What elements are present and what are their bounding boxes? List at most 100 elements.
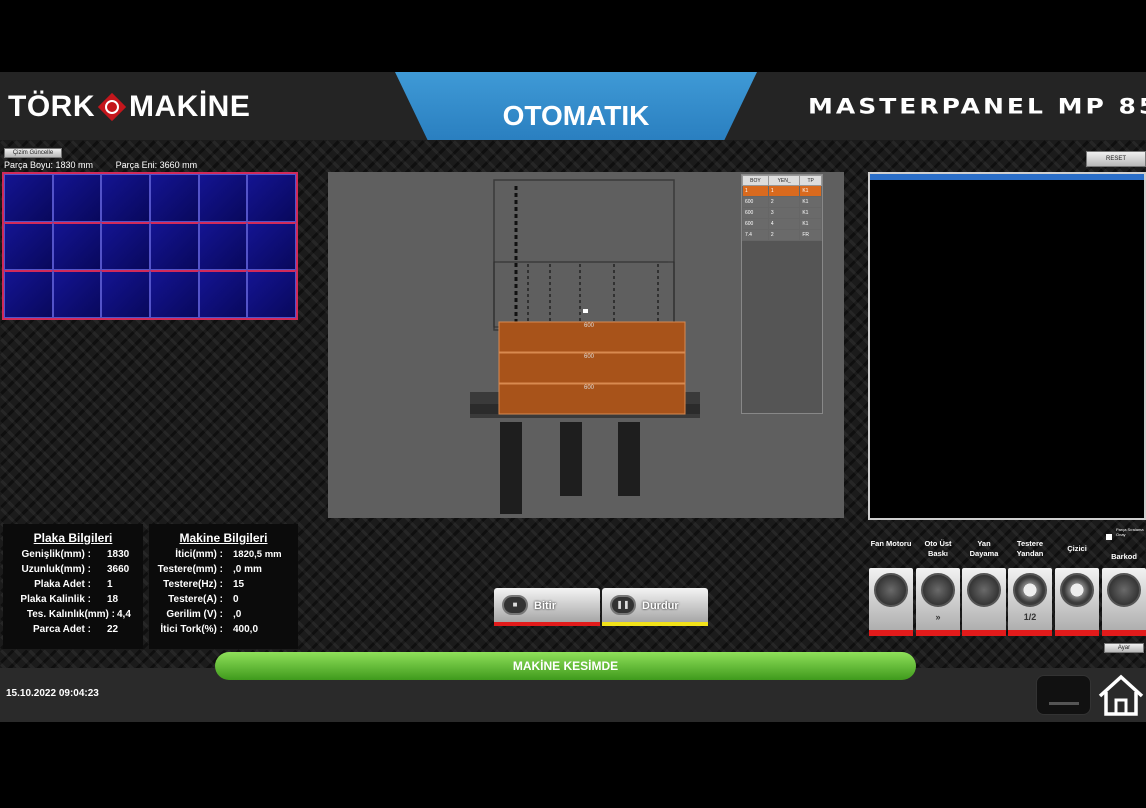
side-stop-button[interactable] [962, 568, 1006, 636]
home-button[interactable] [1096, 672, 1146, 718]
pause-button-label: Durdur [642, 600, 679, 612]
info-value: 22 [107, 624, 119, 635]
pause-icon: ❚❚ [610, 595, 636, 615]
grid-cell [4, 270, 53, 318]
mode-tab[interactable]: OTOMATIK [395, 72, 757, 140]
product-brand: MASTERPANEL MP 85 [808, 94, 1146, 119]
info-row: Testere(Hz) : 15 [149, 577, 298, 592]
reset-button[interactable]: RESET [1086, 151, 1146, 167]
machine-info-title: Makine Bilgileri [179, 531, 268, 545]
fn-label: Barkod [1111, 552, 1137, 561]
table-cell: 7.4 [742, 229, 769, 241]
finish-status-strip [494, 622, 600, 626]
table-row[interactable]: 7.4 2 FR [742, 229, 822, 241]
info-row: Gerilim (V) : ,0 [149, 607, 298, 622]
table-cell: 1 [742, 185, 769, 197]
settings-small-button[interactable]: Ayar [1104, 643, 1144, 653]
table-row[interactable]: 600 4 K1 [742, 218, 822, 230]
info-label: Testere(Hz) : [163, 579, 223, 590]
part-dimensions: Parça Boyu: 1830 mm Parça Eni: 3660 mm [4, 160, 217, 170]
table-cell: 600 [742, 196, 769, 208]
table-row[interactable]: 600 3 K1 [742, 207, 822, 219]
fn-status-strip [1055, 630, 1099, 636]
grid-cell [150, 222, 199, 270]
grid-cell [101, 222, 150, 270]
table-header-row: BOY YEN_ TP [742, 175, 822, 186]
grid-cell [101, 270, 150, 318]
info-value: ,0 [233, 609, 242, 620]
info-value: 0 [233, 594, 239, 605]
auto-top-press-button[interactable]: » [916, 568, 960, 636]
fan-motor-button[interactable] [869, 568, 913, 636]
info-row: Parca Adet : 22 [3, 622, 143, 637]
scorer-button[interactable] [1055, 568, 1099, 636]
scorer-icon [1060, 573, 1094, 607]
grid-cell [198, 270, 248, 318]
fn-label: Testere Yandan [1016, 539, 1044, 558]
table-cell: FR [799, 229, 822, 241]
fn-status-strip [1102, 630, 1146, 636]
table-row[interactable]: 600 2 K1 [742, 196, 822, 208]
side-stop-icon [967, 573, 1001, 607]
grid-cell [52, 174, 102, 222]
table-cell: K1 [799, 185, 822, 197]
barcode-button[interactable] [1102, 568, 1146, 636]
pause-status-strip [602, 622, 708, 626]
fn-label: Çizici [1067, 544, 1087, 553]
table-cell: 4 [767, 218, 801, 230]
info-row: Testere(mm) : ,0 mm [149, 562, 298, 577]
fn-label: Yan Dayama [969, 539, 999, 558]
mode-label: OTOMATIK [502, 100, 650, 131]
info-label: İtici Tork(%) : [160, 624, 223, 635]
info-row: Uzunluk(mm) : 3660 [3, 562, 143, 577]
table-cell: 600 [742, 207, 769, 219]
column-header: YEN_ [767, 175, 801, 186]
table-cell: 2 [767, 229, 801, 241]
fn-sub: » [935, 612, 941, 622]
part-length-text: Parça Boyu: 1830 mm [4, 160, 94, 170]
column-header: TP [799, 175, 822, 186]
info-value: 1820,5 mm [233, 549, 282, 560]
fn-status-strip [869, 630, 913, 636]
info-value: 1830 [107, 549, 130, 560]
table-cell: 1 [767, 185, 801, 197]
finish-button-label: Bitir [534, 600, 556, 612]
home-icon [1098, 674, 1144, 716]
grid-cell [150, 270, 199, 318]
info-value: 3660 [107, 564, 130, 575]
part-width-text: Parça Eni: 3660 mm [115, 160, 198, 170]
saw-blade-icon [1013, 573, 1047, 607]
datetime-display: 15.10.2022 09:04:23 [6, 688, 99, 699]
fn-status-strip [1008, 630, 1052, 636]
fan-icon [874, 573, 908, 607]
info-row: Plaka Kalinlik : 18 [3, 592, 143, 607]
fn-sub: 1/2 [1023, 612, 1037, 622]
pause-button[interactable]: ❚❚ Durdur [602, 588, 708, 626]
grid-cell [247, 174, 296, 222]
message-selection-bar[interactable] [870, 174, 1144, 180]
part-order-checkbox[interactable] [1106, 534, 1112, 540]
info-label: Tes. Kalınlık(mm) : [26, 609, 115, 620]
finish-button[interactable]: ■ Bitir [494, 588, 600, 626]
keyboard-button[interactable] [1036, 675, 1091, 715]
info-row: Tes. Kalınlık(mm) :4,4 [3, 607, 143, 622]
info-value: 400,0 [233, 624, 259, 635]
machine-status-bar: MAKİNE KESİMDE [215, 652, 916, 680]
press-icon [921, 573, 955, 607]
table-row[interactable]: 1 1 K1 [742, 185, 822, 197]
grid-cell [52, 270, 102, 318]
stop-square-icon: ■ [502, 595, 528, 615]
fn-label: Oto Üst Baskı [924, 539, 952, 558]
plank-label: 600 [584, 385, 595, 391]
grid-cell [4, 174, 53, 222]
logo-text-left: TÖRK [8, 90, 95, 123]
part-order-checkbox-label: Parça Sıralama Onay [1116, 527, 1144, 537]
message-panel [868, 172, 1146, 520]
table-cell: K1 [799, 207, 822, 219]
grid-cell [198, 174, 248, 222]
cut-list-table: BOY YEN_ TP 1 1 K1 600 2 K1 600 3 K1 600… [741, 174, 823, 414]
logo-text-right: MAKİNE [129, 90, 251, 123]
info-label: Plaka Kalinlik : [20, 594, 91, 605]
update-drawing-button[interactable]: Çizim Güncelle [4, 148, 62, 158]
saw-side-button[interactable]: 1/2 [1008, 568, 1052, 636]
